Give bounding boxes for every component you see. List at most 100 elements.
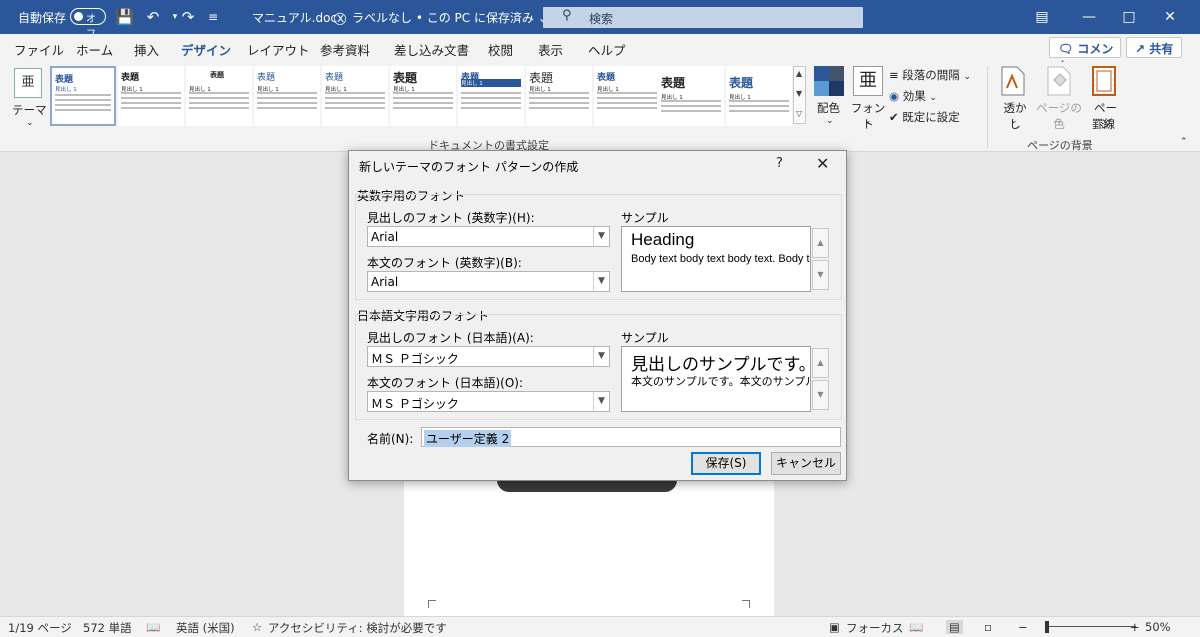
style-title: 表題 — [325, 73, 344, 83]
latin-heading-font-value: Arial — [371, 230, 399, 244]
ea-heading-font-select[interactable]: ＭＳ Ｐゴシック ▼ — [367, 346, 610, 367]
set-as-default-label: 既定に設定 — [902, 110, 960, 124]
page-color-button[interactable]: ページの色 ⌄ — [1034, 66, 1084, 136]
redo-icon[interactable]: ↷ — [178, 7, 198, 27]
latin-sample-preview: Heading Body text body text body text. B… — [621, 226, 811, 292]
style-set-item[interactable]: 表題 見出し 1 — [594, 66, 660, 126]
colors-button[interactable]: 配色 ⌄ — [812, 66, 846, 136]
style-title: 表題 — [210, 71, 224, 79]
latin-sample-scroll[interactable]: ▲ ▼ — [812, 228, 829, 291]
gallery-scroll[interactable]: ▲ ▼ ▽ — [793, 66, 806, 124]
scroll-up-icon[interactable]: ▲ — [812, 228, 829, 258]
tab-mailings[interactable]: 差し込み文書 — [394, 40, 469, 59]
style-set-item[interactable]: 表題 見出し 1 — [186, 66, 252, 126]
tab-references[interactable]: 参考資料 — [320, 40, 370, 59]
style-set-item[interactable]: 表題 見出し 1 — [658, 66, 724, 126]
web-layout-icon[interactable]: ▫ — [984, 620, 992, 634]
scroll-down-icon[interactable]: ▼ — [812, 260, 829, 290]
ribbon-display-options-icon[interactable]: ▤ — [1032, 7, 1052, 27]
read-mode-icon[interactable]: 📖 — [909, 620, 923, 634]
chevron-down-icon[interactable]: ▼ — [796, 89, 802, 98]
latin-heading-font-select[interactable]: Arial ▼ — [367, 226, 610, 247]
share-button[interactable]: ↗ 共有 — [1126, 37, 1182, 58]
style-set-item[interactable]: 表題 見出し 1 — [390, 66, 456, 126]
style-set-item[interactable]: 表題 見出し 1 — [458, 66, 524, 126]
gallery-expand-icon[interactable]: ▽ — [796, 109, 802, 118]
close-window-icon[interactable]: ✕ — [1160, 7, 1180, 27]
theme-name-value: ユーザー定義 2 — [424, 430, 512, 447]
language-status[interactable]: 英語 (米国) — [176, 620, 235, 636]
customize-qat-icon[interactable]: ≡ — [203, 7, 223, 27]
chevron-down-icon: ⌄ — [1056, 116, 1064, 126]
zoom-slider[interactable] — [1046, 626, 1136, 627]
tab-insert[interactable]: 挿入 — [134, 40, 159, 59]
save-button[interactable]: 保存(S) — [691, 452, 761, 475]
style-set-item[interactable]: 表題 見出し 1 — [322, 66, 388, 126]
sample-label: サンプル — [621, 211, 669, 225]
search-box[interactable]: ⚲ 検索 — [543, 7, 863, 28]
vertical-scrollbar[interactable] — [1190, 152, 1200, 616]
ea-heading-font-value: ＭＳ Ｐゴシック — [371, 352, 459, 366]
save-icon[interactable]: 💾 — [115, 7, 135, 27]
style-set-item[interactable]: 表題 見出し 1 — [254, 66, 320, 126]
tab-view[interactable]: 表示 — [538, 40, 563, 59]
set-as-default-button[interactable]: ✔ 既定に設定 — [889, 109, 960, 125]
chevron-up-icon[interactable]: ▲ — [796, 69, 802, 78]
fonts-icon: 亜 — [853, 66, 883, 96]
tab-file[interactable]: ファイル — [14, 40, 64, 59]
accessibility-status[interactable]: アクセシビリティ: 検討が必要です — [268, 620, 447, 636]
ea-body-font-select[interactable]: ＭＳ Ｐゴシック ▼ — [367, 391, 610, 412]
page-count[interactable]: 1/19 ページ — [8, 620, 72, 636]
tab-layout[interactable]: レイアウト — [247, 40, 310, 59]
autosave-toggle[interactable]: オフ — [70, 8, 106, 40]
help-button[interactable]: ? — [776, 156, 783, 171]
cancel-button[interactable]: キャンセル — [771, 452, 841, 475]
page-borders-button[interactable]: ページ 罫線 — [1086, 66, 1122, 136]
latin-body-font-select[interactable]: Arial ▼ — [367, 271, 610, 292]
proofing-icon[interactable]: 📖 — [146, 620, 160, 634]
save-status[interactable]: ラベルなし • この PC に保存済み ⌄ — [352, 9, 548, 26]
style-set-item[interactable]: 表題 見出し 1 — [526, 66, 592, 126]
tab-review[interactable]: 校閲 — [488, 40, 513, 59]
themes-button[interactable]: 亜 テーマ ⌄ — [8, 66, 48, 136]
watermark-icon — [1001, 66, 1025, 96]
style-title: 表題 — [55, 75, 74, 85]
focus-mode[interactable]: フォーカス — [846, 620, 904, 636]
zoom-level[interactable]: 50% — [1145, 620, 1171, 634]
sample-heading: 見出しのサンプルです。 — [631, 355, 811, 375]
scroll-down-icon[interactable]: ▼ — [812, 380, 829, 410]
tab-design[interactable]: デザイン — [181, 40, 232, 65]
latin-body-font-label: 本文のフォント (英数字)(B): — [367, 256, 522, 270]
word-count[interactable]: 572 単語 — [83, 620, 132, 636]
effects-button[interactable]: ◉ 効果 ⌄ — [889, 88, 937, 104]
style-set-item[interactable]: 表題 見出し 1 — [118, 66, 184, 126]
style-set-item[interactable]: 表題 見出し 1 — [50, 66, 116, 126]
chevron-down-icon: ⌄ — [963, 72, 971, 82]
maximize-icon[interactable]: □ — [1119, 7, 1139, 27]
close-icon[interactable]: ✕ — [816, 154, 829, 173]
ea-sample-scroll[interactable]: ▲ ▼ — [812, 348, 829, 411]
search-placeholder: 検索 — [589, 12, 614, 26]
zoom-slider-thumb[interactable] — [1045, 621, 1049, 633]
comment-button[interactable]: 🗨 コメント — [1049, 37, 1121, 73]
paragraph-spacing-button[interactable]: ≡ 段落の間隔 ⌄ — [889, 67, 971, 83]
themes-label: テーマ — [12, 103, 47, 117]
collapse-ribbon-icon[interactable]: ⌃ — [1180, 137, 1188, 147]
sample-body: 本文のサンプルです。本文のサンプルです。 — [631, 375, 810, 388]
fonts-button[interactable]: 亜 フォント ⌄ — [850, 66, 886, 136]
theme-name-input[interactable]: ユーザー定義 2 — [421, 427, 841, 447]
scroll-up-icon[interactable]: ▲ — [812, 348, 829, 378]
ea-sample-preview: 見出しのサンプルです。 本文のサンプルです。本文のサンプルです。 — [621, 346, 811, 412]
style-title: 表題 — [257, 73, 276, 83]
undo-icon[interactable]: ↶ — [143, 7, 163, 27]
tab-help[interactable]: ヘルプ — [588, 40, 626, 59]
zoom-out-button[interactable]: − — [1018, 620, 1028, 634]
zoom-in-button[interactable]: + — [1130, 620, 1140, 634]
chevron-down-icon: ▼ — [593, 347, 609, 366]
tab-home[interactable]: ホーム — [76, 40, 113, 59]
minimize-icon[interactable]: — — [1079, 7, 1099, 27]
effects-icon: ◉ — [889, 89, 900, 103]
watermark-button[interactable]: 透かし ⌄ — [994, 66, 1032, 136]
print-layout-icon[interactable]: ▤ — [946, 620, 963, 634]
style-set-item[interactable]: 表題 見出し 1 — [726, 66, 792, 126]
